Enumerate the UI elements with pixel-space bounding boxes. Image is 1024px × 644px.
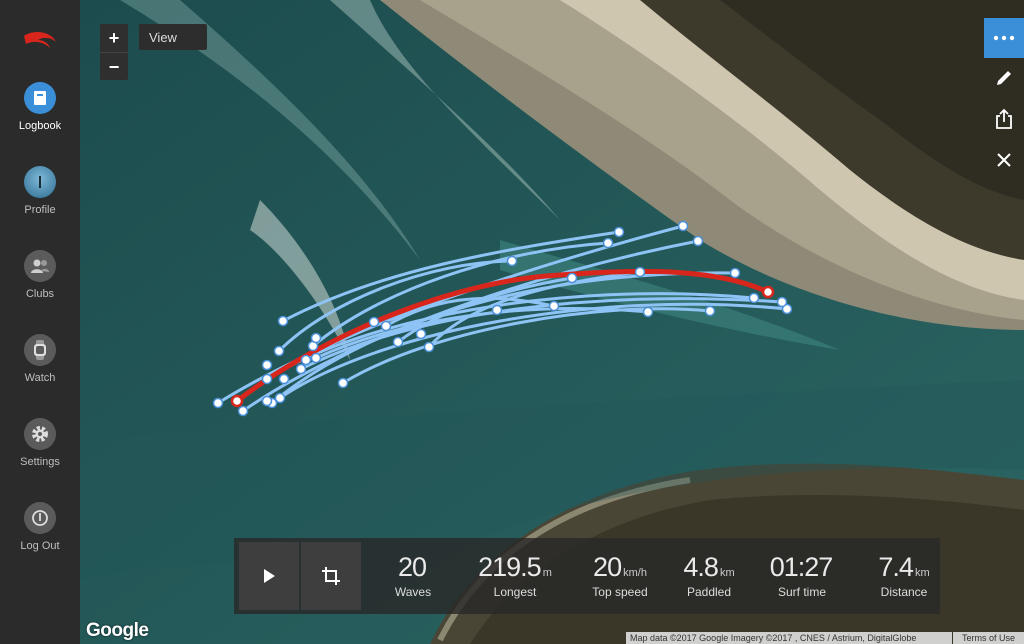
google-logo: Google — [86, 620, 149, 641]
power-icon — [24, 502, 56, 534]
stat-waves: 20 Waves — [378, 552, 448, 599]
stat-distance: 7.4 km Distance — [864, 552, 944, 599]
stat-value: 7.4 — [878, 552, 914, 582]
longest-wave-start — [230, 394, 244, 408]
stat-value: 01:27 — [769, 552, 834, 582]
sidebar-item-clubs[interactable]: Clubs — [0, 250, 80, 320]
close-button[interactable] — [984, 140, 1024, 180]
stat-value: 20 — [397, 552, 427, 582]
play-button[interactable] — [239, 542, 299, 610]
more-button[interactable] — [984, 18, 1024, 58]
view-button[interactable]: View — [139, 24, 207, 50]
edit-button[interactable] — [984, 58, 1024, 98]
sidebar-item-label: Settings — [20, 456, 60, 468]
stat-unit: km — [914, 567, 930, 579]
more-icon — [993, 35, 1015, 41]
track-point[interactable] — [415, 328, 427, 340]
sidebar-item-profile[interactable]: Profile — [0, 166, 80, 236]
stat-value: 20 — [593, 552, 622, 582]
sidebar-item-label: Logbook — [18, 120, 62, 132]
sidebar-item-settings[interactable]: Settings — [0, 418, 80, 488]
sidebar-item-label: Watch — [24, 372, 56, 384]
track-point[interactable] — [566, 272, 578, 284]
track-point[interactable] — [506, 255, 518, 267]
zoom-in-button[interactable]: + — [100, 24, 128, 53]
track-point[interactable] — [748, 292, 760, 304]
zoom-out-button[interactable]: − — [100, 53, 128, 81]
track-point[interactable] — [237, 405, 249, 417]
track-point[interactable] — [776, 296, 788, 308]
stat-label: Longest — [493, 585, 537, 599]
track-point[interactable] — [337, 377, 349, 389]
sidebar-item-logout[interactable]: Log Out — [0, 502, 80, 572]
stat-label: Distance — [880, 585, 928, 599]
wave-track — [278, 302, 789, 400]
play-icon — [264, 569, 275, 583]
sidebar-item-label: Clubs — [25, 288, 55, 300]
book-icon — [24, 82, 56, 114]
terms-link[interactable]: Terms of Use — [953, 632, 1024, 644]
avatar-icon — [24, 166, 56, 198]
zoom-control: + − — [100, 24, 128, 80]
stat-top-speed: 20 km/h Top speed — [574, 552, 666, 599]
stat-unit: km — [719, 567, 735, 579]
sidebar-item-logbook[interactable]: Logbook — [0, 82, 80, 152]
map-attribution: Map data ©2017 Google Imagery ©2017 , CN… — [626, 632, 952, 644]
close-icon — [997, 153, 1011, 167]
track-point[interactable] — [277, 315, 289, 327]
stat-value: 219.5 — [478, 552, 542, 582]
track-point[interactable] — [310, 352, 322, 364]
stat-value: 4.8 — [683, 552, 719, 582]
crop-icon — [322, 567, 340, 585]
track-point[interactable] — [634, 266, 646, 278]
brand-logo — [24, 32, 56, 48]
sidebar-item-label: Profile — [24, 204, 56, 216]
track-point[interactable] — [261, 359, 273, 371]
share-icon — [996, 108, 1012, 129]
track-point[interactable] — [274, 392, 286, 404]
track-point[interactable] — [692, 235, 704, 247]
watch-icon — [24, 334, 56, 366]
track-point[interactable] — [212, 397, 224, 409]
stat-unit: km/h — [623, 567, 647, 579]
track-point[interactable] — [602, 237, 614, 249]
longest-wave-end — [761, 285, 775, 299]
stat-surf-time: 01:27 Surf time — [764, 552, 840, 599]
track-point[interactable] — [295, 363, 307, 375]
track-point[interactable] — [368, 316, 380, 328]
people-icon — [24, 250, 56, 282]
track-point[interactable] — [300, 354, 312, 366]
track-point[interactable] — [261, 373, 273, 385]
sidebar: Logbook Profile Clubs Watch Settings Log… — [0, 0, 80, 644]
track-point[interactable] — [491, 304, 503, 316]
wave-track — [314, 307, 650, 360]
track-point[interactable] — [642, 306, 654, 318]
track-point[interactable] — [613, 226, 625, 238]
track-point[interactable] — [677, 220, 689, 232]
stat-paddled: 4.8 km Paddled — [674, 552, 744, 599]
crop-button[interactable] — [301, 542, 361, 610]
track-point[interactable] — [729, 267, 741, 279]
track-point[interactable] — [548, 300, 560, 312]
track-point[interactable] — [392, 336, 404, 348]
pencil-icon — [997, 71, 1011, 85]
stat-longest: 219.5 m Longest — [470, 552, 560, 599]
sidebar-item-label: Log Out — [20, 540, 60, 552]
track-point[interactable] — [261, 395, 273, 407]
track-point[interactable] — [278, 373, 290, 385]
gear-icon — [24, 418, 56, 450]
stat-label: Top speed — [592, 585, 648, 599]
track-point[interactable] — [273, 345, 285, 357]
sidebar-item-watch[interactable]: Watch — [0, 334, 80, 404]
track-point[interactable] — [310, 332, 322, 344]
track-point[interactable] — [380, 320, 392, 332]
stat-label: Paddled — [686, 585, 732, 599]
share-button[interactable] — [984, 99, 1024, 139]
track-point[interactable] — [423, 341, 435, 353]
session-stats-panel: 20 Waves 219.5 m Longest 20 km/h Top speed… — [234, 538, 940, 614]
stat-label: Waves — [394, 585, 432, 599]
stat-unit: m — [542, 567, 552, 579]
track-point[interactable] — [704, 305, 716, 317]
stat-label: Surf time — [777, 585, 826, 599]
